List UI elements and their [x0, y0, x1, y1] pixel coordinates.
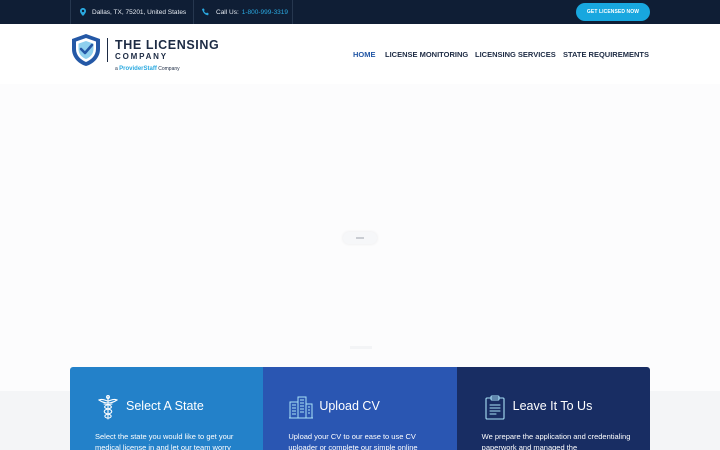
- nav-licensing-services[interactable]: LICENSING SERVICES: [475, 50, 556, 59]
- phone-info: Call Us: 1-800-999-3319: [202, 0, 288, 24]
- topbar-divider: [193, 0, 194, 24]
- get-licensed-button[interactable]: GET LICENSED NOW: [576, 3, 650, 21]
- buildings-icon: [289, 396, 314, 419]
- logo-tagline: a ProviderStaff Company: [115, 66, 180, 72]
- logo-divider: [107, 38, 108, 62]
- caduceus-icon: [97, 395, 119, 420]
- slider-indicator[interactable]: [350, 346, 372, 349]
- map-pin-icon: [80, 8, 86, 16]
- nav-home[interactable]: HOME: [353, 50, 376, 59]
- feature-cards: Select A State Select the state you woul…: [70, 367, 650, 450]
- phone-icon: [202, 8, 210, 16]
- tagline-prefix: a: [115, 66, 118, 72]
- nav-license-monitoring[interactable]: LICENSE MONITORING: [385, 50, 468, 59]
- slider-loader: [343, 232, 377, 244]
- tagline-suffix: Company: [158, 66, 180, 72]
- call-label: Call Us:: [216, 8, 239, 16]
- company-logo[interactable]: THE LICENSING COMPANY a ProviderStaff Co…: [70, 33, 230, 75]
- topbar-divider: [70, 0, 71, 24]
- logo-title: THE LICENSING: [115, 38, 220, 52]
- card-select-state[interactable]: Select A State Select the state you woul…: [70, 367, 264, 450]
- card-upload-cv[interactable]: Upload CV Upload your CV to our ease to …: [263, 367, 457, 450]
- topbar-divider: [292, 0, 293, 24]
- site-header: THE LICENSING COMPANY a ProviderStaff Co…: [0, 24, 720, 84]
- address-info: Dallas, TX, 75201, United States: [80, 0, 186, 24]
- top-bar: Dallas, TX, 75201, United States Call Us…: [0, 0, 720, 24]
- card-text: Select the state you would like to get y…: [95, 432, 234, 450]
- card-title: Upload CV: [319, 399, 380, 413]
- logo-subtitle: COMPANY: [115, 52, 168, 61]
- address-text: Dallas, TX, 75201, United States: [92, 8, 187, 16]
- card-title: Leave It To Us: [512, 399, 593, 413]
- card-text: We prepare the application and credentia…: [481, 432, 631, 450]
- card-title: Select A State: [126, 399, 204, 413]
- clipboard-icon: [485, 395, 505, 420]
- nav-state-requirements[interactable]: STATE REQUIREMENTS: [563, 50, 649, 59]
- card-leave-it-to-us[interactable]: Leave It To Us We prepare the applicatio…: [456, 367, 650, 450]
- hero-banner: [0, 84, 720, 391]
- card-text: Upload your CV to our ease to use CV upl…: [288, 432, 418, 450]
- shield-check-icon: [72, 34, 100, 66]
- tagline-brand: ProviderStaff: [119, 66, 157, 72]
- phone-link[interactable]: 1-800-999-3319: [242, 9, 288, 16]
